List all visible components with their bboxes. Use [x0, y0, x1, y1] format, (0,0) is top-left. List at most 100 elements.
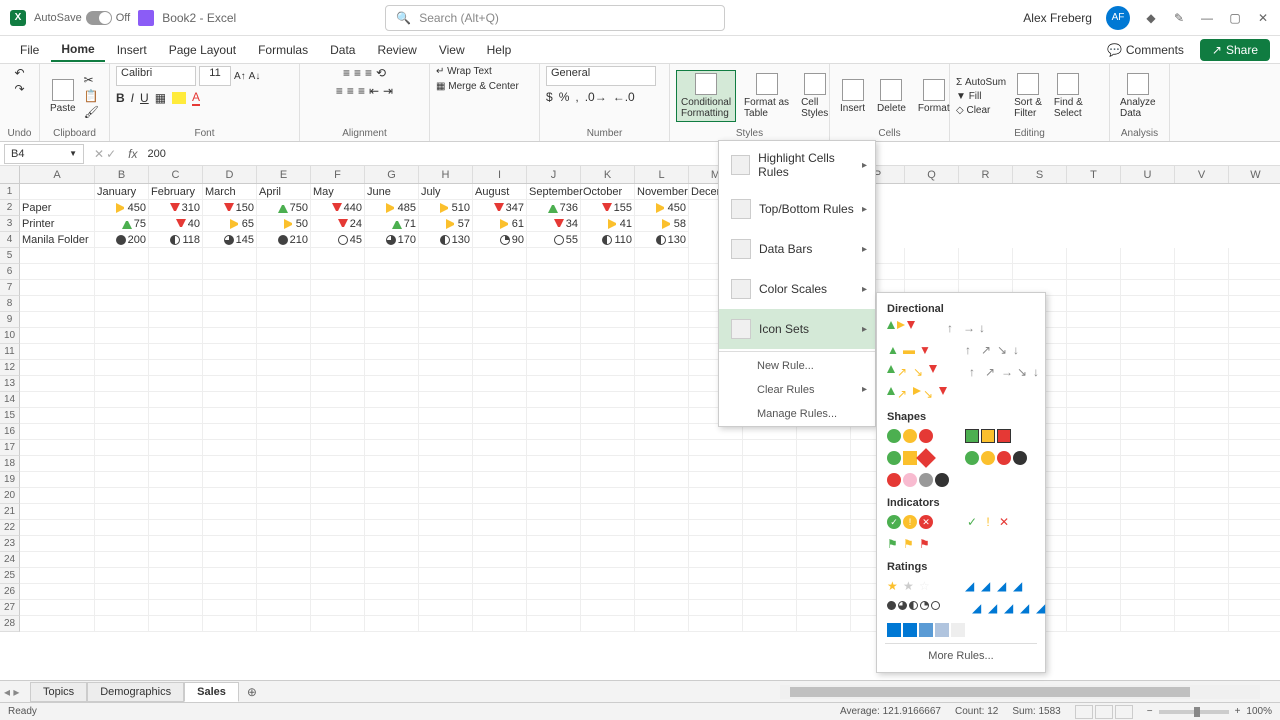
row-header-13[interactable]: 13 [0, 376, 20, 392]
cell[interactable] [581, 264, 635, 280]
cell[interactable] [419, 328, 473, 344]
cell[interactable] [95, 456, 149, 472]
cell[interactable] [1121, 520, 1175, 536]
cell[interactable] [473, 248, 527, 264]
cell[interactable] [473, 536, 527, 552]
cell[interactable] [149, 248, 203, 264]
iconset-3flags[interactable]: ⚑⚑⚑ [885, 535, 935, 553]
cell[interactable] [95, 328, 149, 344]
cell[interactable] [311, 280, 365, 296]
cell[interactable] [149, 360, 203, 376]
cell[interactable] [419, 424, 473, 440]
cell[interactable] [1229, 408, 1280, 424]
cell-styles-button[interactable]: Cell Styles [797, 71, 832, 121]
share-button[interactable]: ↗ Share [1200, 39, 1270, 61]
row-header-7[interactable]: 7 [0, 280, 20, 296]
col-header-V[interactable]: V [1175, 166, 1229, 183]
cell[interactable] [1121, 296, 1175, 312]
cell[interactable] [1229, 568, 1280, 584]
cell-header[interactable]: June [365, 184, 419, 200]
cell[interactable] [203, 248, 257, 264]
cell[interactable] [1175, 344, 1229, 360]
cell[interactable] [1121, 344, 1175, 360]
cell[interactable] [797, 552, 851, 568]
tab-home[interactable]: Home [51, 38, 104, 62]
cell[interactable]: 65 [203, 216, 257, 232]
insert-cells-button[interactable]: Insert [836, 77, 869, 116]
cell[interactable] [1175, 392, 1229, 408]
maximize-icon[interactable]: ▢ [1228, 11, 1242, 25]
sheet-tab-demographics[interactable]: Demographics [87, 682, 184, 702]
cell[interactable] [203, 488, 257, 504]
add-sheet-button[interactable]: ⊕ [239, 685, 265, 699]
tab-file[interactable]: File [10, 39, 49, 61]
cell[interactable] [527, 408, 581, 424]
cell[interactable]: 130 [635, 232, 689, 248]
cell[interactable] [20, 280, 95, 296]
row-header-8[interactable]: 8 [0, 296, 20, 312]
cell[interactable] [473, 456, 527, 472]
cell[interactable] [1175, 488, 1229, 504]
cell-header[interactable]: September [527, 184, 581, 200]
cell[interactable]: 750 [257, 200, 311, 216]
cell[interactable] [743, 536, 797, 552]
cell[interactable] [689, 520, 743, 536]
cell[interactable] [581, 504, 635, 520]
cf-new-rule[interactable]: New Rule... [719, 354, 875, 378]
iconset-3symbols-uncircled[interactable]: ✓!✕ [963, 513, 1013, 531]
cell[interactable] [20, 312, 95, 328]
cell[interactable] [1067, 552, 1121, 568]
cell[interactable] [95, 248, 149, 264]
cell[interactable] [1067, 344, 1121, 360]
cell[interactable] [1013, 248, 1067, 264]
cell[interactable] [149, 472, 203, 488]
cell[interactable] [203, 296, 257, 312]
cell[interactable] [419, 264, 473, 280]
cell[interactable] [1067, 392, 1121, 408]
cell[interactable] [1229, 424, 1280, 440]
cell[interactable] [743, 504, 797, 520]
cell[interactable] [311, 504, 365, 520]
cell[interactable] [1067, 376, 1121, 392]
cell[interactable] [149, 568, 203, 584]
cell[interactable] [311, 408, 365, 424]
cell[interactable] [581, 360, 635, 376]
row-header-5[interactable]: 5 [0, 248, 20, 264]
cell[interactable] [527, 280, 581, 296]
cell[interactable] [311, 376, 365, 392]
cell[interactable] [311, 584, 365, 600]
cell[interactable] [689, 488, 743, 504]
cell[interactable]: 61 [473, 216, 527, 232]
cell[interactable] [257, 616, 311, 632]
tab-review[interactable]: Review [367, 39, 426, 61]
cell[interactable] [149, 424, 203, 440]
cell[interactable] [1229, 360, 1280, 376]
cell[interactable] [527, 424, 581, 440]
col-header-T[interactable]: T [1067, 166, 1121, 183]
cell[interactable] [203, 440, 257, 456]
iconset-5quarters[interactable] [885, 599, 942, 617]
cell[interactable] [473, 296, 527, 312]
cell[interactable] [20, 360, 95, 376]
cell[interactable] [473, 600, 527, 616]
cell[interactable] [581, 280, 635, 296]
cell[interactable] [581, 376, 635, 392]
cell[interactable] [1067, 424, 1121, 440]
percent-icon[interactable]: % [559, 90, 570, 104]
cell[interactable] [365, 344, 419, 360]
cell-label[interactable]: Paper [20, 200, 95, 216]
cell[interactable] [149, 312, 203, 328]
cell[interactable] [689, 536, 743, 552]
iconset-3signs[interactable] [885, 449, 935, 467]
cell[interactable] [149, 296, 203, 312]
pencil-icon[interactable]: ✎ [1172, 11, 1186, 25]
cell[interactable] [635, 248, 689, 264]
cell[interactable]: 110 [581, 232, 635, 248]
cell[interactable] [1229, 296, 1280, 312]
cell[interactable] [1067, 280, 1121, 296]
cell[interactable] [149, 616, 203, 632]
cell[interactable] [419, 472, 473, 488]
cell[interactable] [365, 472, 419, 488]
row-header-6[interactable]: 6 [0, 264, 20, 280]
cell[interactable] [635, 360, 689, 376]
